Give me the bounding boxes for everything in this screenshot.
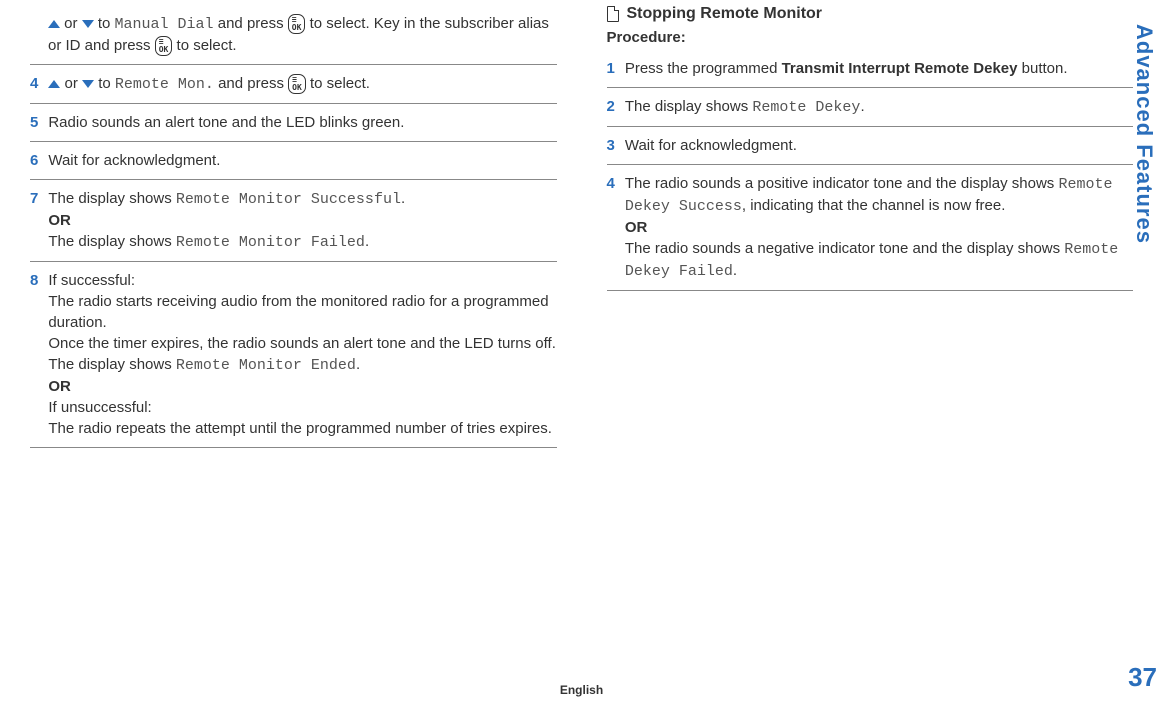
- step-body: Wait for acknowledgment.: [48, 150, 556, 171]
- step-4-right: 4 The radio sounds a positive indicator …: [607, 164, 1134, 291]
- left-column: or to Manual Dial and press to select. K…: [30, 5, 557, 448]
- text: or: [60, 15, 82, 32]
- down-arrow-icon: [82, 80, 94, 88]
- step-body: The radio sounds a positive indicator to…: [625, 173, 1133, 282]
- remote-monitor-ended-label: Remote Monitor Ended: [176, 357, 356, 374]
- text: and press: [214, 15, 288, 32]
- step-number: 6: [30, 150, 38, 171]
- remote-mon-label: Remote Mon.: [115, 76, 214, 93]
- text: The radio sounds a negative indicator to…: [625, 240, 1064, 257]
- remote-monitor-failed-label: Remote Monitor Failed: [176, 234, 365, 251]
- page-number: 37: [1128, 662, 1157, 693]
- up-arrow-icon: [48, 80, 60, 88]
- step-continuation: or to Manual Dial and press to select. K…: [30, 5, 557, 64]
- up-arrow-icon: [48, 20, 60, 28]
- text: .: [860, 98, 864, 115]
- manual-dial-label: Manual Dial: [115, 16, 214, 33]
- step-number: 1: [607, 58, 615, 79]
- text: .: [365, 233, 369, 250]
- transmit-interrupt-label: Transmit Interrupt Remote Dekey: [782, 60, 1018, 77]
- text: If unsuccessful:: [48, 399, 151, 416]
- or-label: OR: [625, 219, 648, 236]
- step-4: 4 or to Remote Mon. and press to select.: [30, 64, 557, 103]
- text: to: [94, 75, 115, 92]
- text: The radio repeats the attempt until the …: [48, 420, 552, 437]
- or-label: OR: [48, 212, 71, 229]
- step-body: The display shows Remote Dekey.: [625, 96, 1133, 118]
- document-icon: [607, 6, 619, 22]
- text: .: [356, 356, 360, 373]
- step-2: 2 The display shows Remote Dekey.: [607, 87, 1134, 126]
- text: Press the programmed: [625, 60, 782, 77]
- remote-dekey-label: Remote Dekey: [752, 99, 860, 116]
- step-body: The display shows Remote Monitor Success…: [48, 188, 556, 253]
- step-number: 7: [30, 188, 38, 253]
- text: The radio starts receiving audio from th…: [48, 293, 548, 331]
- vertical-section-title: Advanced Features: [1131, 24, 1157, 244]
- text: .: [401, 190, 405, 207]
- step-3: 3 Wait for acknowledgment.: [607, 126, 1134, 164]
- procedure-label: Procedure:: [607, 29, 1134, 46]
- step-number: 5: [30, 112, 38, 133]
- step-number: 4: [30, 73, 38, 95]
- text: to: [94, 15, 115, 32]
- step-body: Radio sounds an alert tone and the LED b…: [48, 112, 556, 133]
- text: The display shows: [48, 190, 176, 207]
- text: If successful:: [48, 272, 135, 289]
- step-1: 1 Press the programmed Transmit Interrup…: [607, 50, 1134, 87]
- step-body: If successful: The radio starts receivin…: [48, 270, 556, 439]
- step-6: 6 Wait for acknowledgment.: [30, 141, 557, 179]
- or-label: OR: [48, 378, 71, 395]
- step-5: 5 Radio sounds an alert tone and the LED…: [30, 103, 557, 141]
- section-heading: Stopping Remote Monitor: [607, 5, 1134, 23]
- step-7: 7 The display shows Remote Monitor Succe…: [30, 179, 557, 261]
- step-number: 8: [30, 270, 38, 439]
- text: The display shows: [625, 98, 753, 115]
- language-label: English: [560, 683, 603, 697]
- heading-text: Stopping Remote Monitor: [627, 5, 823, 23]
- ok-button-icon: [288, 74, 306, 94]
- text: .: [733, 262, 737, 279]
- step-body: Press the programmed Transmit Interrupt …: [625, 58, 1133, 79]
- step-8: 8 If successful: The radio starts receiv…: [30, 261, 557, 448]
- ok-button-icon: [155, 36, 173, 56]
- text: to select.: [172, 37, 236, 54]
- text: The radio sounds a positive indicator to…: [625, 175, 1059, 192]
- step-body: or to Remote Mon. and press to select.: [48, 73, 556, 95]
- remote-monitor-success-label: Remote Monitor Successful: [176, 191, 401, 208]
- page-content: or to Manual Dial and press to select. K…: [0, 0, 1163, 458]
- text: button.: [1017, 60, 1067, 77]
- step-number: 4: [607, 173, 615, 282]
- step-number: 2: [607, 96, 615, 118]
- text: and press: [214, 75, 288, 92]
- step-number: 3: [607, 135, 615, 156]
- step-body: Wait for acknowledgment.: [625, 135, 1133, 156]
- text: , indicating that the channel is now fre…: [742, 197, 1006, 214]
- text: to select.: [306, 75, 370, 92]
- right-column: Stopping Remote Monitor Procedure: 1 Pre…: [607, 5, 1134, 448]
- text: The display shows: [48, 233, 176, 250]
- ok-button-icon: [288, 14, 306, 34]
- step-body: or to Manual Dial and press to select. K…: [30, 13, 557, 56]
- down-arrow-icon: [82, 20, 94, 28]
- text: or: [60, 75, 82, 92]
